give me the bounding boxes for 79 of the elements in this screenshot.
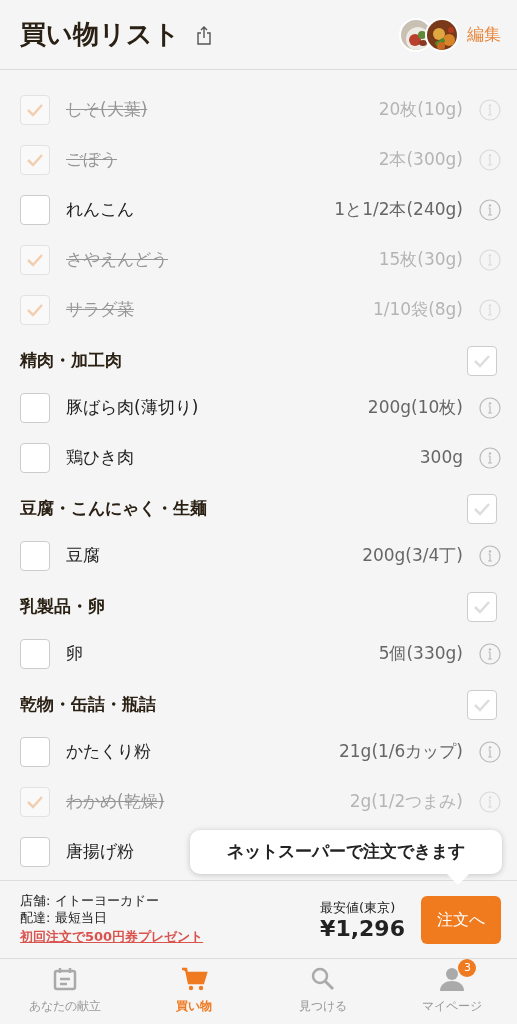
item-quantity: 20枚(10g) (378, 98, 463, 122)
store-text: 店舗: イトーヨーカドー (20, 892, 160, 910)
item-name: 豚ばら肉(薄切り) (66, 396, 199, 420)
checkbox[interactable] (20, 443, 50, 473)
check-icon (26, 103, 44, 117)
checkbox[interactable] (20, 737, 50, 767)
check-icon (26, 303, 44, 317)
check-icon (473, 502, 491, 516)
tab[interactable]: 見つける (258, 959, 388, 1024)
checkbox[interactable] (467, 494, 497, 524)
item-name: 唐揚げ粉 (66, 840, 134, 864)
check-icon (473, 600, 491, 614)
checkbox[interactable] (20, 245, 50, 275)
info-icon[interactable] (479, 545, 501, 567)
tab[interactable]: 3 マイページ (387, 959, 517, 1024)
tab[interactable]: あなたの献立 (0, 959, 130, 1024)
item-name: 鶏ひき肉 (66, 446, 134, 470)
checkbox[interactable] (467, 690, 497, 720)
page-title: 買い物リスト (20, 18, 180, 51)
section-title: 豆腐・こんにゃく・生麺 (20, 497, 207, 521)
info-icon[interactable] (479, 299, 501, 321)
checkbox[interactable] (20, 95, 50, 125)
checkbox[interactable] (20, 295, 50, 325)
item-name: 卵 (66, 642, 83, 666)
item-quantity: 5個(330g) (378, 642, 463, 666)
delivery-text: 配達: 最短当日 (20, 909, 108, 927)
edit-button[interactable]: 編集 (467, 21, 501, 48)
item-quantity: 21g(1/6カップ) (338, 740, 463, 764)
order-button[interactable]: 注文へ (421, 895, 501, 944)
checkbox[interactable] (20, 787, 50, 817)
item-name: サラダ菜 (66, 298, 134, 322)
price: ¥1,296 (320, 917, 405, 942)
info-icon[interactable] (479, 791, 501, 813)
info-icon[interactable] (479, 741, 501, 763)
person-icon (438, 965, 467, 993)
check-icon (473, 354, 491, 368)
check-icon (26, 253, 44, 267)
item-name: さやえんどう (66, 248, 168, 272)
item-quantity: 200g(10枚) (367, 396, 463, 420)
checkbox[interactable] (20, 541, 50, 571)
cart-icon (179, 965, 208, 993)
checkbox[interactable] (20, 639, 50, 669)
tab[interactable]: 買い物 (129, 959, 259, 1024)
section-title: 精肉・加工肉 (20, 349, 122, 373)
promo-link[interactable]: 初回注文で500円券プレゼント (20, 926, 204, 947)
item-quantity: 1と1/2本(240g) (334, 198, 463, 222)
info-icon[interactable] (479, 397, 501, 419)
checkbox[interactable] (467, 346, 497, 376)
info-icon[interactable] (479, 249, 501, 271)
check-icon (26, 795, 44, 809)
section-title: 乳製品・卵 (20, 595, 105, 619)
check-icon (473, 698, 491, 712)
check-icon (26, 153, 44, 167)
checkbox[interactable] (20, 195, 50, 225)
price-label: 最安値(東京) (320, 898, 396, 917)
notification-badge: 3 (458, 959, 477, 977)
item-name: れんこん (66, 198, 134, 222)
item-name: しそ(大葉) (66, 98, 148, 122)
share-icon[interactable] (196, 24, 212, 45)
item-quantity: 300g (419, 446, 463, 470)
info-icon[interactable] (479, 643, 501, 665)
item-quantity: 1/10袋(8g) (372, 298, 463, 322)
item-quantity: 2本(300g) (378, 148, 463, 172)
checkbox[interactable] (20, 145, 50, 175)
checkbox[interactable] (20, 393, 50, 423)
item-name: 豆腐 (66, 544, 100, 568)
item-quantity: 200g(3/4丁) (362, 544, 463, 568)
info-icon[interactable] (479, 149, 501, 171)
info-icon[interactable] (479, 99, 501, 121)
info-icon[interactable] (479, 199, 501, 221)
item-quantity: 15枚(30g) (378, 248, 463, 272)
item-name: かたくり粉 (66, 740, 151, 764)
item-name: ごぼう (66, 148, 117, 172)
checkbox[interactable] (467, 592, 497, 622)
item-quantity: 2g(1/2つまみ) (349, 790, 463, 814)
info-icon[interactable] (479, 447, 501, 469)
item-name: わかめ(乾燥) (66, 790, 165, 814)
section-title: 乾物・缶詰・瓶詰 (20, 693, 156, 717)
checkbox[interactable] (20, 837, 50, 867)
